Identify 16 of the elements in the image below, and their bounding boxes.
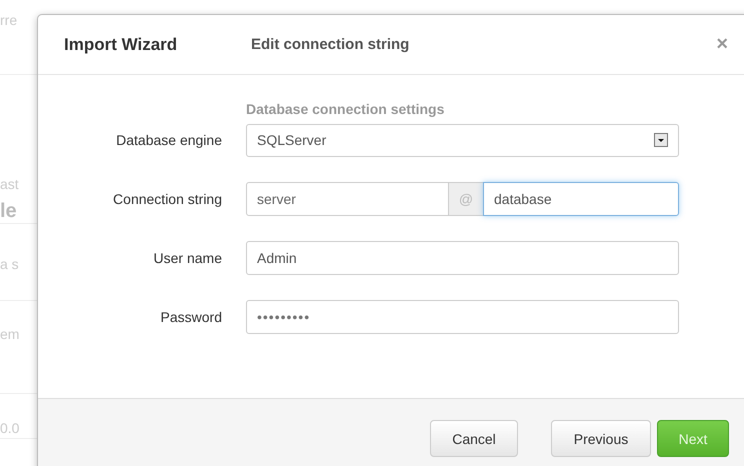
at-sign-addon: @ <box>449 182 483 216</box>
background-text: le <box>0 200 17 222</box>
dialog-title: Import Wizard <box>64 34 178 54</box>
section-heading: Database connection settings <box>246 101 446 117</box>
footer-button[interactable]: Cancel <box>430 420 518 457</box>
database-field[interactable]: database <box>483 182 679 216</box>
step-title: Edit connection string <box>251 36 410 53</box>
field-label: User name <box>152 250 222 266</box>
field-label: Database engine <box>115 132 222 148</box>
server-field[interactable]: server <box>246 182 449 216</box>
footer-button[interactable]: Previous <box>551 420 651 457</box>
database-engine-dropdown[interactable]: SQLServer <box>246 124 679 156</box>
field-label: Password <box>160 309 222 325</box>
text-field[interactable]: Admin <box>246 241 679 275</box>
password-field[interactable]: ••••••••• <box>246 300 679 334</box>
field-label: Connection string <box>112 191 222 207</box>
